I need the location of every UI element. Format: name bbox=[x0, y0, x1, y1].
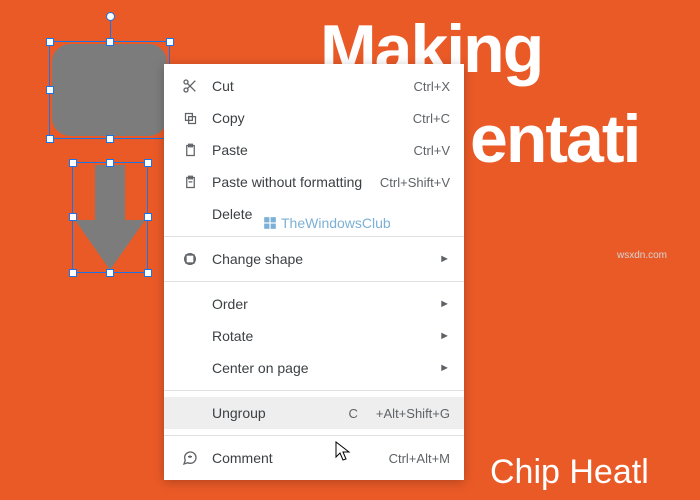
menu-item-order[interactable]: Order ► bbox=[164, 288, 464, 320]
slide-author-text: Chip Heatl bbox=[490, 453, 649, 492]
resize-handle-arrow-n[interactable] bbox=[106, 159, 114, 167]
menu-label: Copy bbox=[202, 110, 413, 126]
resize-handle-sw[interactable] bbox=[46, 135, 54, 143]
submenu-arrow-icon: ► bbox=[431, 298, 450, 310]
resize-handle-arrow-w[interactable] bbox=[69, 213, 77, 221]
menu-item-center[interactable]: Center on page ► bbox=[164, 352, 464, 384]
paste-nf-icon bbox=[178, 175, 202, 190]
menu-divider bbox=[164, 390, 464, 391]
slide-title-line2: entati bbox=[470, 100, 639, 178]
context-menu: Cut Ctrl+X Copy Ctrl+C Paste Ctrl+V Past… bbox=[164, 64, 464, 480]
menu-divider bbox=[164, 435, 464, 436]
submenu-arrow-icon: ► bbox=[431, 330, 450, 342]
resize-handle-nw[interactable] bbox=[46, 38, 54, 46]
menu-shortcut: Ctrl+Shift+V bbox=[380, 175, 450, 190]
rotate-handle[interactable] bbox=[106, 12, 115, 21]
menu-label: Comment bbox=[202, 450, 389, 466]
menu-item-change-shape[interactable]: Change shape ► bbox=[164, 243, 464, 275]
resize-handle-arrow-sw[interactable] bbox=[69, 269, 77, 277]
resize-handle-ne[interactable] bbox=[166, 38, 174, 46]
resize-handle-arrow-s[interactable] bbox=[106, 269, 114, 277]
menu-item-copy[interactable]: Copy Ctrl+C bbox=[164, 102, 464, 134]
menu-item-paste[interactable]: Paste Ctrl+V bbox=[164, 134, 464, 166]
resize-handle-n[interactable] bbox=[106, 38, 114, 46]
paste-icon bbox=[178, 143, 202, 158]
menu-shortcut: Ctrl+Alt+M bbox=[389, 451, 450, 466]
menu-label: Cut bbox=[202, 78, 414, 94]
resize-handle-s[interactable] bbox=[106, 135, 114, 143]
menu-shortcut: Ctrl+C bbox=[413, 111, 450, 126]
shape-down-arrow[interactable] bbox=[75, 165, 145, 275]
change-shape-icon bbox=[178, 251, 202, 267]
menu-label: Change shape bbox=[202, 251, 431, 267]
menu-item-rotate[interactable]: Rotate ► bbox=[164, 320, 464, 352]
shape-rounded-rectangle[interactable] bbox=[52, 44, 167, 136]
menu-item-comment[interactable]: Comment Ctrl+Alt+M bbox=[164, 442, 464, 474]
menu-divider bbox=[164, 281, 464, 282]
menu-shortcut: Ctrl+V bbox=[414, 143, 450, 158]
menu-shortcut: C+Alt+Shift+G bbox=[349, 406, 450, 421]
menu-label: Paste bbox=[202, 142, 414, 158]
submenu-arrow-icon: ► bbox=[431, 253, 450, 265]
menu-item-cut[interactable]: Cut Ctrl+X bbox=[164, 70, 464, 102]
resize-handle-arrow-e[interactable] bbox=[144, 213, 152, 221]
menu-label: Rotate bbox=[202, 328, 431, 344]
cut-icon bbox=[178, 78, 202, 94]
resize-handle-arrow-ne[interactable] bbox=[144, 159, 152, 167]
menu-label: Delete bbox=[202, 206, 450, 222]
copy-icon bbox=[178, 111, 202, 126]
comment-icon bbox=[178, 450, 202, 466]
menu-item-ungroup[interactable]: Ungroup C+Alt+Shift+G bbox=[164, 397, 464, 429]
menu-label: Paste without formatting bbox=[202, 174, 380, 190]
resize-handle-arrow-se[interactable] bbox=[144, 269, 152, 277]
menu-label: Ungroup bbox=[202, 405, 349, 421]
resize-handle-w[interactable] bbox=[46, 86, 54, 94]
submenu-arrow-icon: ► bbox=[431, 362, 450, 374]
menu-label: Order bbox=[202, 296, 431, 312]
menu-label: Center on page bbox=[202, 360, 431, 376]
menu-shortcut: Ctrl+X bbox=[414, 79, 450, 94]
menu-item-paste-nf[interactable]: Paste without formatting Ctrl+Shift+V bbox=[164, 166, 464, 198]
menu-divider bbox=[164, 236, 464, 237]
resize-handle-arrow-nw[interactable] bbox=[69, 159, 77, 167]
menu-item-delete[interactable]: Delete bbox=[164, 198, 464, 230]
